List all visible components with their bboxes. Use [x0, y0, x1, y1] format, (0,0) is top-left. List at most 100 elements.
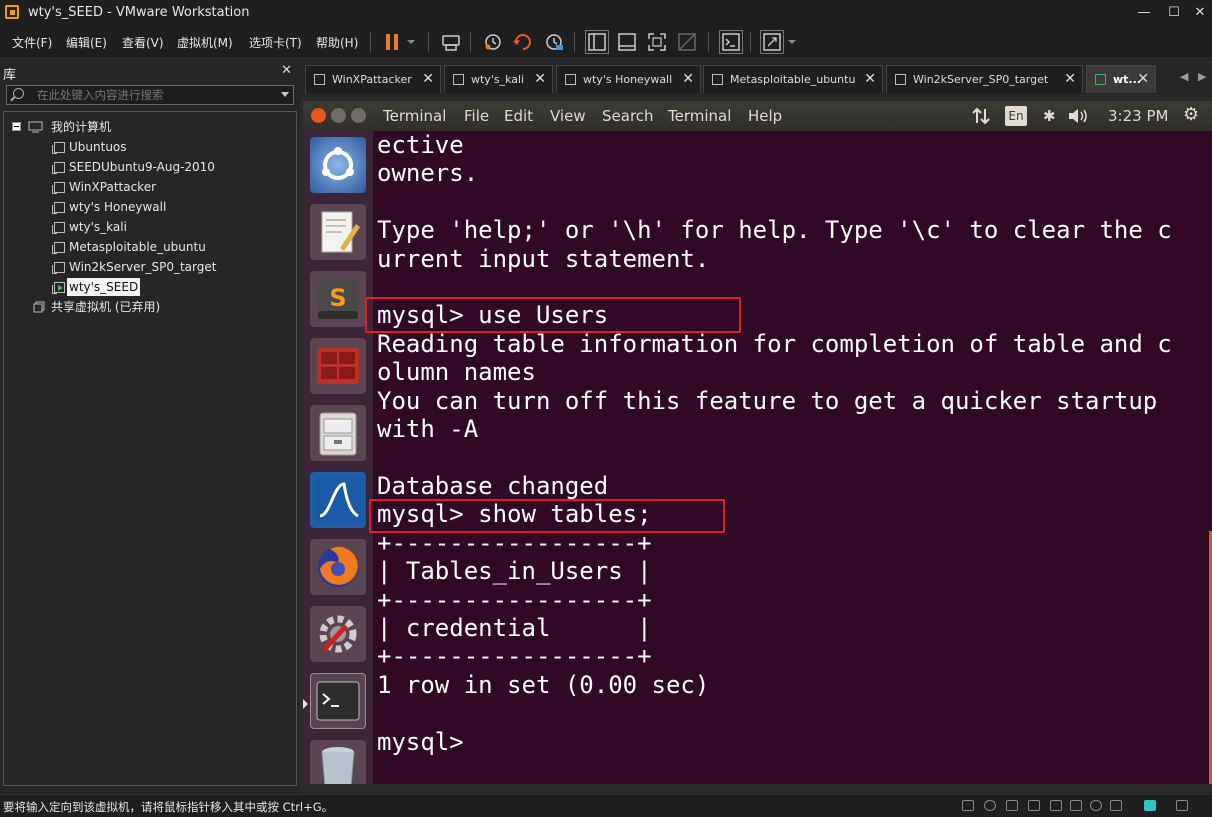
toolbar-separator: [370, 32, 371, 52]
ubuntu-dash-icon[interactable]: [310, 137, 366, 193]
terminal-split-icon[interactable]: [310, 338, 366, 394]
vm-icon: [453, 74, 464, 85]
terminal-icon[interactable]: [310, 673, 366, 729]
tree-item-vm[interactable]: Metasploitable_ubuntu: [52, 238, 292, 256]
close-button[interactable]: ✕: [1190, 3, 1210, 23]
menu-help[interactable]: 帮助(H): [316, 34, 358, 51]
tree-shared-label: 共享虚拟机 (已弃用): [51, 300, 161, 314]
highlight-box-use-users: [365, 297, 741, 333]
usb-icon[interactable]: [1028, 800, 1040, 811]
terminal-output[interactable]: ective owners. Type 'help;' or '\h' for …: [377, 131, 1212, 784]
menu-edit[interactable]: 编辑(E): [66, 34, 107, 51]
console-view-icon[interactable]: [615, 30, 639, 54]
tab-active[interactable]: wt... ✕: [1086, 65, 1156, 93]
network-icon[interactable]: [971, 107, 991, 125]
sublime-text-icon[interactable]: S: [310, 271, 366, 327]
bluetooth-device-icon[interactable]: [1110, 800, 1122, 811]
tab-vm[interactable]: WinXPattacker ✕: [305, 65, 441, 93]
stretch-dropdown-icon[interactable]: [786, 30, 798, 54]
power-dropdown-icon[interactable]: [404, 30, 418, 54]
close-icon[interactable]: ✕: [682, 71, 694, 87]
full-screen-icon[interactable]: [645, 30, 669, 54]
menu-view[interactable]: 查看(V): [122, 34, 164, 51]
tab-vm[interactable]: Metasploitable_ubuntu ✕: [703, 65, 883, 93]
window-close-icon[interactable]: [311, 108, 326, 123]
close-icon[interactable]: ✕: [1137, 71, 1149, 87]
window-maximize-icon[interactable]: [351, 108, 366, 123]
bluetooth-icon[interactable]: ✱: [1043, 107, 1056, 125]
trash-icon[interactable]: [310, 740, 366, 784]
volume-icon[interactable]: [1067, 108, 1091, 124]
settings-icon[interactable]: [310, 606, 366, 662]
library-title: 库: [3, 68, 17, 83]
tree-item-vm[interactable]: wty's Honeywall: [52, 198, 292, 216]
ubuntu-launcher: S: [303, 131, 373, 784]
firefox-icon[interactable]: [310, 539, 366, 595]
vm-icon: [52, 262, 65, 274]
vm-icon: [52, 162, 65, 174]
tab-vm[interactable]: Win2kServer_SP0_target ✕: [886, 65, 1083, 93]
sound-icon[interactable]: [1050, 800, 1062, 811]
guest-menu-edit[interactable]: Edit: [504, 107, 533, 125]
tab-vm[interactable]: wty's Honeywall ✕: [556, 65, 701, 93]
file-cabinet-icon[interactable]: [310, 405, 366, 461]
tab-scroll-right-icon[interactable]: ▶: [1198, 70, 1206, 83]
tree-item-vm[interactable]: Ubuntuos: [52, 138, 292, 156]
tab-scroll-left-icon[interactable]: ◀: [1180, 70, 1188, 83]
tree-item-vm[interactable]: wty's_kali: [52, 218, 292, 236]
tree-item-vm-selected[interactable]: wty's_SEED: [52, 278, 292, 296]
revert-snapshot-icon[interactable]: [511, 30, 535, 54]
minimize-button[interactable]: —: [1134, 3, 1154, 23]
pause-icon[interactable]: [380, 30, 404, 54]
guest-menu-search[interactable]: Search: [602, 107, 654, 125]
menu-vm[interactable]: 虚拟机(M): [177, 34, 233, 51]
keyboard-layout-indicator[interactable]: En: [1005, 106, 1027, 126]
vm-icon: [52, 242, 65, 254]
message-log-icon[interactable]: [1144, 800, 1156, 811]
tab-vm[interactable]: wty's_kali ✕: [444, 65, 553, 93]
vm-icon: [52, 182, 65, 194]
library-view-icon[interactable]: [585, 30, 609, 54]
chevron-down-icon[interactable]: [281, 92, 289, 97]
guest-menu-terminal[interactable]: Terminal: [383, 107, 446, 125]
wireshark-icon[interactable]: [310, 472, 366, 528]
computer-icon: [28, 121, 43, 133]
text-editor-icon[interactable]: [310, 204, 366, 260]
close-icon[interactable]: ✕: [1064, 71, 1076, 87]
guest-menu-file[interactable]: File: [464, 107, 489, 125]
tree-item-vm[interactable]: WinXPattacker: [52, 178, 292, 196]
guest-menu-terminal2[interactable]: Terminal: [668, 107, 731, 125]
gear-icon[interactable]: ⚙: [1183, 104, 1199, 125]
snapshot-manager-icon[interactable]: [542, 30, 566, 54]
library-search-input[interactable]: [37, 87, 267, 103]
unity-mode-icon[interactable]: [675, 30, 699, 54]
fit-guest-icon[interactable]: [1176, 800, 1188, 811]
menu-tabs[interactable]: 选项卡(T): [249, 34, 302, 51]
camera-icon[interactable]: [1090, 800, 1102, 811]
tree-item-vm[interactable]: Win2kServer_SP0_target: [52, 258, 292, 276]
collapse-icon[interactable]: [12, 122, 21, 131]
window-minimize-icon[interactable]: [331, 108, 346, 123]
stretch-display-icon[interactable]: [760, 30, 784, 54]
hard-disk-icon[interactable]: [962, 800, 974, 811]
close-icon[interactable]: ✕: [864, 71, 876, 87]
menu-file[interactable]: 文件(F): [12, 34, 52, 51]
console-terminal-icon[interactable]: [719, 30, 743, 54]
snapshot-icon[interactable]: [481, 30, 505, 54]
cd-dvd-icon[interactable]: [984, 800, 996, 811]
vm-icon: [52, 222, 65, 234]
close-icon[interactable]: ✕: [534, 71, 546, 87]
library-close-button[interactable]: ✕: [281, 63, 292, 78]
maximize-button[interactable]: ☐: [1164, 3, 1184, 23]
library-search[interactable]: [6, 85, 294, 105]
vm-console[interactable]: Terminal File Edit View Search Terminal …: [303, 101, 1212, 784]
send-ctrl-alt-del-icon[interactable]: [439, 30, 463, 54]
printer-icon[interactable]: [1070, 800, 1082, 811]
close-icon[interactable]: ✕: [422, 71, 434, 87]
active-app-indicator: [303, 699, 308, 709]
network-adapter-icon[interactable]: [1006, 800, 1018, 811]
clock[interactable]: 3:23 PM: [1108, 107, 1168, 125]
tree-item-vm[interactable]: SEEDUbuntu9-Aug-2010: [52, 158, 292, 176]
guest-menu-help[interactable]: Help: [748, 107, 782, 125]
guest-menu-view[interactable]: View: [550, 107, 586, 125]
